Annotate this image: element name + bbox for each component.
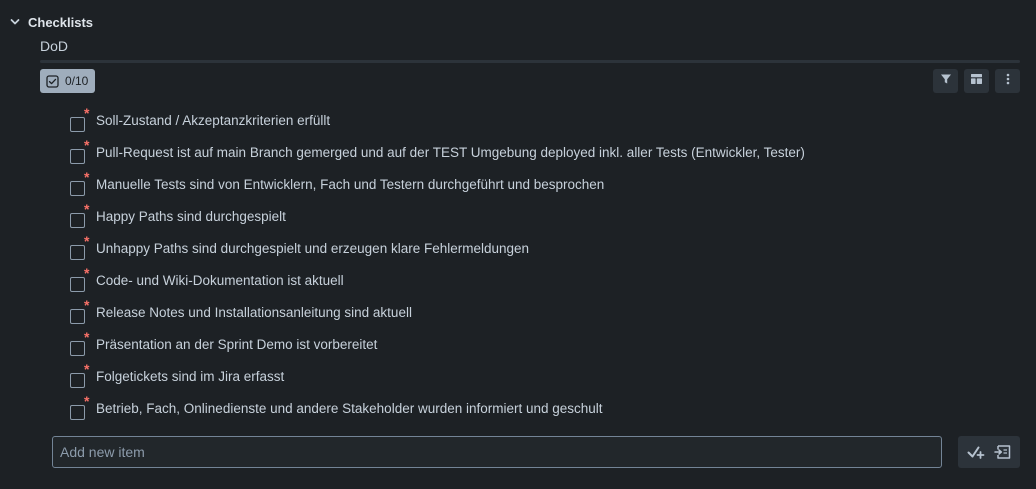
chevron-down-icon[interactable] <box>8 15 22 29</box>
checklist-item-label[interactable]: Soll-Zustand / Akzeptanzkriterien erfüll… <box>96 113 330 128</box>
checklist-item-label[interactable]: Folgetickets sind im Jira erfasst <box>96 369 284 384</box>
checklist-item[interactable]: * Release Notes und Installationsanleitun… <box>70 296 805 328</box>
required-marker: * <box>84 361 90 377</box>
checklist-item-label[interactable]: Release Notes und Installationsanleitung… <box>96 305 412 320</box>
checklist-items: * Soll-Zustand / Akzeptanzkriterien erfül… <box>70 104 805 424</box>
checklist-progress-bar <box>40 60 1020 63</box>
checkbox-icon <box>46 74 59 88</box>
add-item-input[interactable] <box>52 436 942 468</box>
checklist-item-checkbox[interactable] <box>70 180 85 196</box>
checklist-item-label[interactable]: Betrieb, Fach, Onlinedienste und andere … <box>96 401 603 416</box>
checklist-item-checkbox[interactable] <box>70 404 85 420</box>
checklist-item-checkbox[interactable] <box>70 244 85 260</box>
checklist-item-label[interactable]: Happy Paths sind durchgespielt <box>96 209 286 224</box>
required-marker: * <box>84 233 90 249</box>
required-marker: * <box>84 169 90 185</box>
checklist-item[interactable]: * Soll-Zustand / Akzeptanzkriterien erfül… <box>70 104 805 136</box>
checklist-item[interactable]: * Präsentation an der Sprint Demo ist vor… <box>70 328 805 360</box>
checklist-count-badge[interactable]: 0/10 <box>40 69 96 93</box>
layout-icon <box>970 72 983 90</box>
checklist-item-checkbox[interactable] <box>70 276 85 292</box>
filter-icon <box>940 72 952 90</box>
checklist-item-checkbox[interactable] <box>70 148 85 164</box>
checklist-item-checkbox[interactable] <box>70 116 85 132</box>
checklist-name[interactable]: DoD <box>40 38 68 54</box>
checklist-item-checkbox[interactable] <box>70 340 85 356</box>
required-marker: * <box>84 105 90 121</box>
checklist-item[interactable]: * Folgetickets sind im Jira erfasst <box>70 360 805 392</box>
more-options-button[interactable] <box>995 69 1020 93</box>
template-insert-icon[interactable] <box>994 444 1011 460</box>
checklist-item-label[interactable]: Manuelle Tests sind von Entwicklern, Fac… <box>96 177 604 192</box>
add-item-actions <box>958 436 1020 468</box>
checklist-item[interactable]: * Happy Paths sind durchgespielt <box>70 200 805 232</box>
checklist-item-checkbox[interactable] <box>70 372 85 388</box>
checklist-item[interactable]: * Pull-Request ist auf main Branch gemerg… <box>70 136 805 168</box>
checklist-count: 0/10 <box>65 74 89 88</box>
required-marker: * <box>84 329 90 345</box>
check-add-icon[interactable] <box>967 444 985 460</box>
layout-button[interactable] <box>964 69 989 93</box>
checklist-item-label[interactable]: Unhappy Paths sind durchgespielt und erz… <box>96 241 529 256</box>
checklist-toolbar <box>933 69 1020 93</box>
checklist-item-label[interactable]: Präsentation an der Sprint Demo ist vorb… <box>96 337 377 352</box>
checklists-section-toggle[interactable]: Checklists <box>8 12 93 32</box>
required-marker: * <box>84 297 90 313</box>
checklist-item-checkbox[interactable] <box>70 308 85 324</box>
required-marker: * <box>84 137 90 153</box>
checklist-item[interactable]: * Manuelle Tests sind von Entwicklern, Fa… <box>70 168 805 200</box>
section-title: Checklists <box>28 14 94 30</box>
checklist-item[interactable]: * Code- und Wiki-Dokumentation ist aktuel… <box>70 264 805 296</box>
more-vertical-icon <box>1006 72 1010 90</box>
required-marker: * <box>84 201 90 217</box>
checklist-item-checkbox[interactable] <box>70 212 85 228</box>
checklist-item[interactable]: * Betrieb, Fach, Onlinedienste und andere… <box>70 392 805 424</box>
filter-button[interactable] <box>933 69 958 93</box>
checklist-item[interactable]: * Unhappy Paths sind durchgespielt und er… <box>70 232 805 264</box>
checklist-item-label[interactable]: Code- und Wiki-Dokumentation ist aktuell <box>96 273 344 288</box>
required-marker: * <box>84 393 90 409</box>
checklist-item-label[interactable]: Pull-Request ist auf main Branch gemerge… <box>96 145 805 160</box>
required-marker: * <box>84 265 90 281</box>
